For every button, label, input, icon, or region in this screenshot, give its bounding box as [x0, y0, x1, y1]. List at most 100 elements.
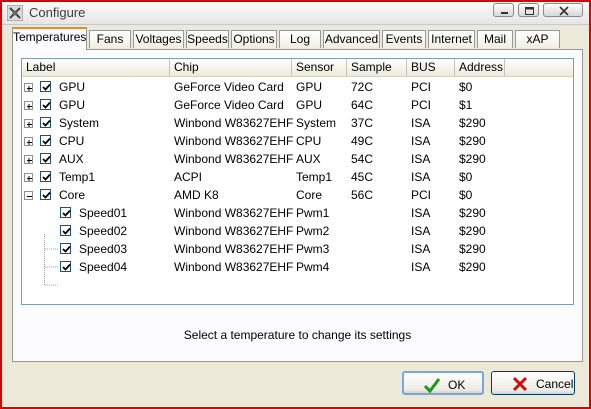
- row-checkbox[interactable]: [60, 243, 71, 254]
- column-header-sensor[interactable]: Sensor: [292, 59, 347, 76]
- check-mark-icon: [42, 137, 51, 145]
- cancel-button[interactable]: Cancel: [491, 371, 575, 395]
- row-chip: Winbond W83627EHF: [174, 260, 294, 274]
- tab-mail[interactable]: Mail: [477, 30, 513, 48]
- row-checkbox[interactable]: [40, 99, 51, 110]
- maximize-button[interactable]: [518, 3, 539, 17]
- check-mark-icon: [42, 83, 51, 91]
- row-checkbox[interactable]: [60, 261, 71, 272]
- row-chip: ACPI: [174, 170, 203, 184]
- ok-button[interactable]: OK: [402, 371, 484, 395]
- check-mark-icon: [62, 209, 71, 217]
- row-checkbox[interactable]: [40, 117, 51, 128]
- row-sensor: Pwm1: [296, 206, 330, 220]
- tab-fans[interactable]: Fans: [89, 30, 131, 48]
- tree-row[interactable]: Speed04 Winbond W83627EHF Pwm4 ISA $290: [22, 258, 573, 276]
- column-header-sample[interactable]: Sample: [347, 59, 407, 76]
- expand-button[interactable]: [24, 173, 33, 182]
- row-bus: ISA: [411, 242, 431, 256]
- row-label: AUX: [59, 152, 84, 166]
- row-chip: Winbond W83627EHF: [174, 116, 294, 130]
- row-address: $0: [459, 170, 473, 184]
- column-header-address[interactable]: Address: [455, 59, 505, 76]
- expand-button[interactable]: [24, 119, 33, 128]
- temperatures-panel: Label Chip Sensor Sample BUS Address GPU…: [12, 49, 583, 362]
- row-label: Speed03: [79, 242, 128, 256]
- column-header-chip[interactable]: Chip: [170, 59, 292, 76]
- close-button[interactable]: [543, 3, 583, 17]
- row-sample: 72C: [351, 80, 374, 94]
- row-address: $290: [459, 134, 486, 148]
- tab-advanced[interactable]: Advanced: [323, 30, 380, 48]
- row-checkbox[interactable]: [40, 135, 51, 146]
- sensor-tree-grid[interactable]: Label Chip Sensor Sample BUS Address GPU…: [21, 58, 574, 305]
- tab-log[interactable]: Log: [279, 30, 321, 48]
- plus-icon: [27, 176, 32, 181]
- ok-button-label: OK: [448, 378, 466, 392]
- tab-temperatures[interactable]: Temperatures: [12, 27, 87, 50]
- tree-row[interactable]: Temp1 ACPI Temp1 45C ISA $0: [22, 168, 573, 186]
- expand-button[interactable]: [24, 137, 33, 146]
- tree-row[interactable]: Speed02 Winbond W83627EHF Pwm2 ISA $290: [22, 222, 573, 240]
- column-header-row: Label Chip Sensor Sample BUS Address: [22, 59, 573, 77]
- row-sample: 37C: [351, 116, 374, 130]
- row-chip: AMD K8: [174, 188, 219, 202]
- row-checkbox[interactable]: [40, 153, 51, 164]
- collapse-button[interactable]: [24, 191, 33, 200]
- row-address: $290: [459, 224, 486, 238]
- tree-row[interactable]: Core AMD K8 Core 56C PCI $0: [22, 186, 573, 204]
- check-mark-icon: [42, 191, 51, 199]
- row-label: CPU: [59, 134, 85, 148]
- row-address: $0: [459, 188, 473, 202]
- tree-row[interactable]: Speed01 Winbond W83627EHF Pwm1 ISA $290: [22, 204, 573, 222]
- row-checkbox[interactable]: [60, 225, 71, 236]
- row-checkbox[interactable]: [40, 189, 51, 200]
- column-header-bus[interactable]: BUS: [407, 59, 455, 76]
- tab-internet[interactable]: Internet: [428, 30, 475, 48]
- tab-options[interactable]: Options: [231, 30, 277, 48]
- row-sensor: System: [296, 116, 337, 130]
- tree-row[interactable]: Speed03 Winbond W83627EHF Pwm3 ISA $290: [22, 240, 573, 258]
- row-sensor: Core: [296, 188, 323, 202]
- row-address: $290: [459, 152, 486, 166]
- row-sensor: AUX: [296, 152, 321, 166]
- plus-icon: [27, 158, 32, 163]
- tree-row[interactable]: AUX Winbond W83627EHF AUX 54C ISA $290: [22, 150, 573, 168]
- row-checkbox[interactable]: [40, 171, 51, 182]
- tree-row[interactable]: GPU GeForce Video Card GPU 72C PCI $0: [22, 78, 573, 96]
- row-sensor: CPU: [296, 134, 322, 148]
- row-bus: PCI: [411, 188, 432, 202]
- tree-row[interactable]: CPU Winbond W83627EHF CPU 49C ISA $290: [22, 132, 573, 150]
- row-label: GPU: [59, 80, 86, 94]
- row-address: $290: [459, 116, 486, 130]
- status-message: Select a temperature to change its setti…: [183, 328, 412, 342]
- row-bus: ISA: [411, 206, 431, 220]
- row-chip: GeForce Video Card: [174, 80, 284, 94]
- settings-icon: [7, 5, 23, 21]
- check-mark-icon: [42, 101, 51, 109]
- row-sensor: Temp1: [296, 170, 333, 184]
- tab-voltages[interactable]: Voltages: [133, 30, 184, 48]
- expand-button[interactable]: [24, 155, 33, 164]
- expand-button[interactable]: [24, 83, 33, 92]
- minus-icon: [27, 196, 32, 197]
- expand-button[interactable]: [24, 101, 33, 110]
- tree-row[interactable]: GPU GeForce Video Card GPU 64C PCI $1: [22, 96, 573, 114]
- x-icon: [512, 376, 528, 392]
- tab-events[interactable]: Events: [382, 30, 426, 48]
- tab-xap[interactable]: xAP: [515, 30, 560, 48]
- tree-row[interactable]: System Winbond W83627EHF System 37C ISA $290: [22, 114, 573, 132]
- minimize-button[interactable]: [493, 3, 514, 17]
- row-chip: Winbond W83627EHF: [174, 152, 294, 166]
- check-mark-icon: [42, 119, 51, 127]
- row-sample: 64C: [351, 98, 374, 112]
- check-mark-icon: [42, 155, 51, 163]
- row-label: Speed02: [79, 224, 128, 238]
- title-bar[interactable]: Configure: [2, 2, 589, 25]
- row-chip: Winbond W83627EHF: [174, 206, 294, 220]
- row-checkbox[interactable]: [40, 81, 51, 92]
- row-sensor: Pwm2: [296, 224, 330, 238]
- row-checkbox[interactable]: [60, 207, 71, 218]
- tab-speeds[interactable]: Speeds: [186, 30, 229, 48]
- row-bus: ISA: [411, 170, 431, 184]
